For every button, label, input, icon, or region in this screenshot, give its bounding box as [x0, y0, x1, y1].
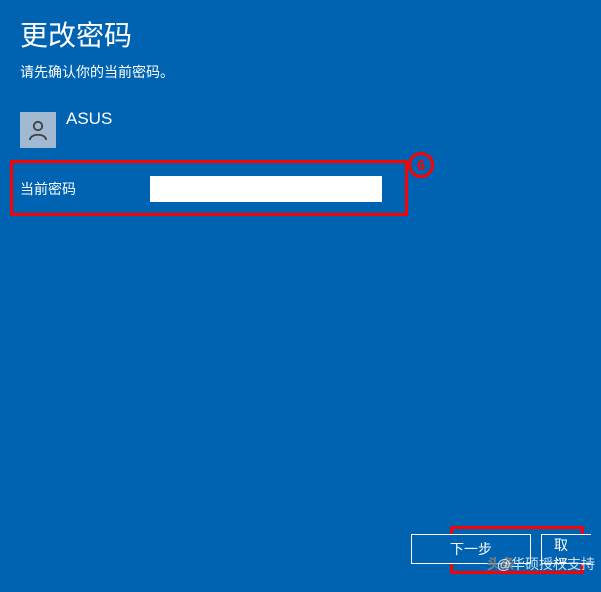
current-password-input[interactable]	[150, 176, 382, 202]
page-subtitle: 请先确认你的当前密码。	[20, 62, 581, 82]
user-section: ASUS	[0, 90, 601, 158]
page-title: 更改密码	[20, 14, 581, 54]
next-button[interactable]: 下一步	[411, 534, 531, 564]
cancel-button[interactable]: 取消	[541, 534, 591, 564]
username-label: ASUS	[66, 109, 112, 129]
user-icon	[26, 118, 50, 142]
avatar	[20, 112, 56, 148]
current-password-label: 当前密码	[20, 179, 150, 199]
